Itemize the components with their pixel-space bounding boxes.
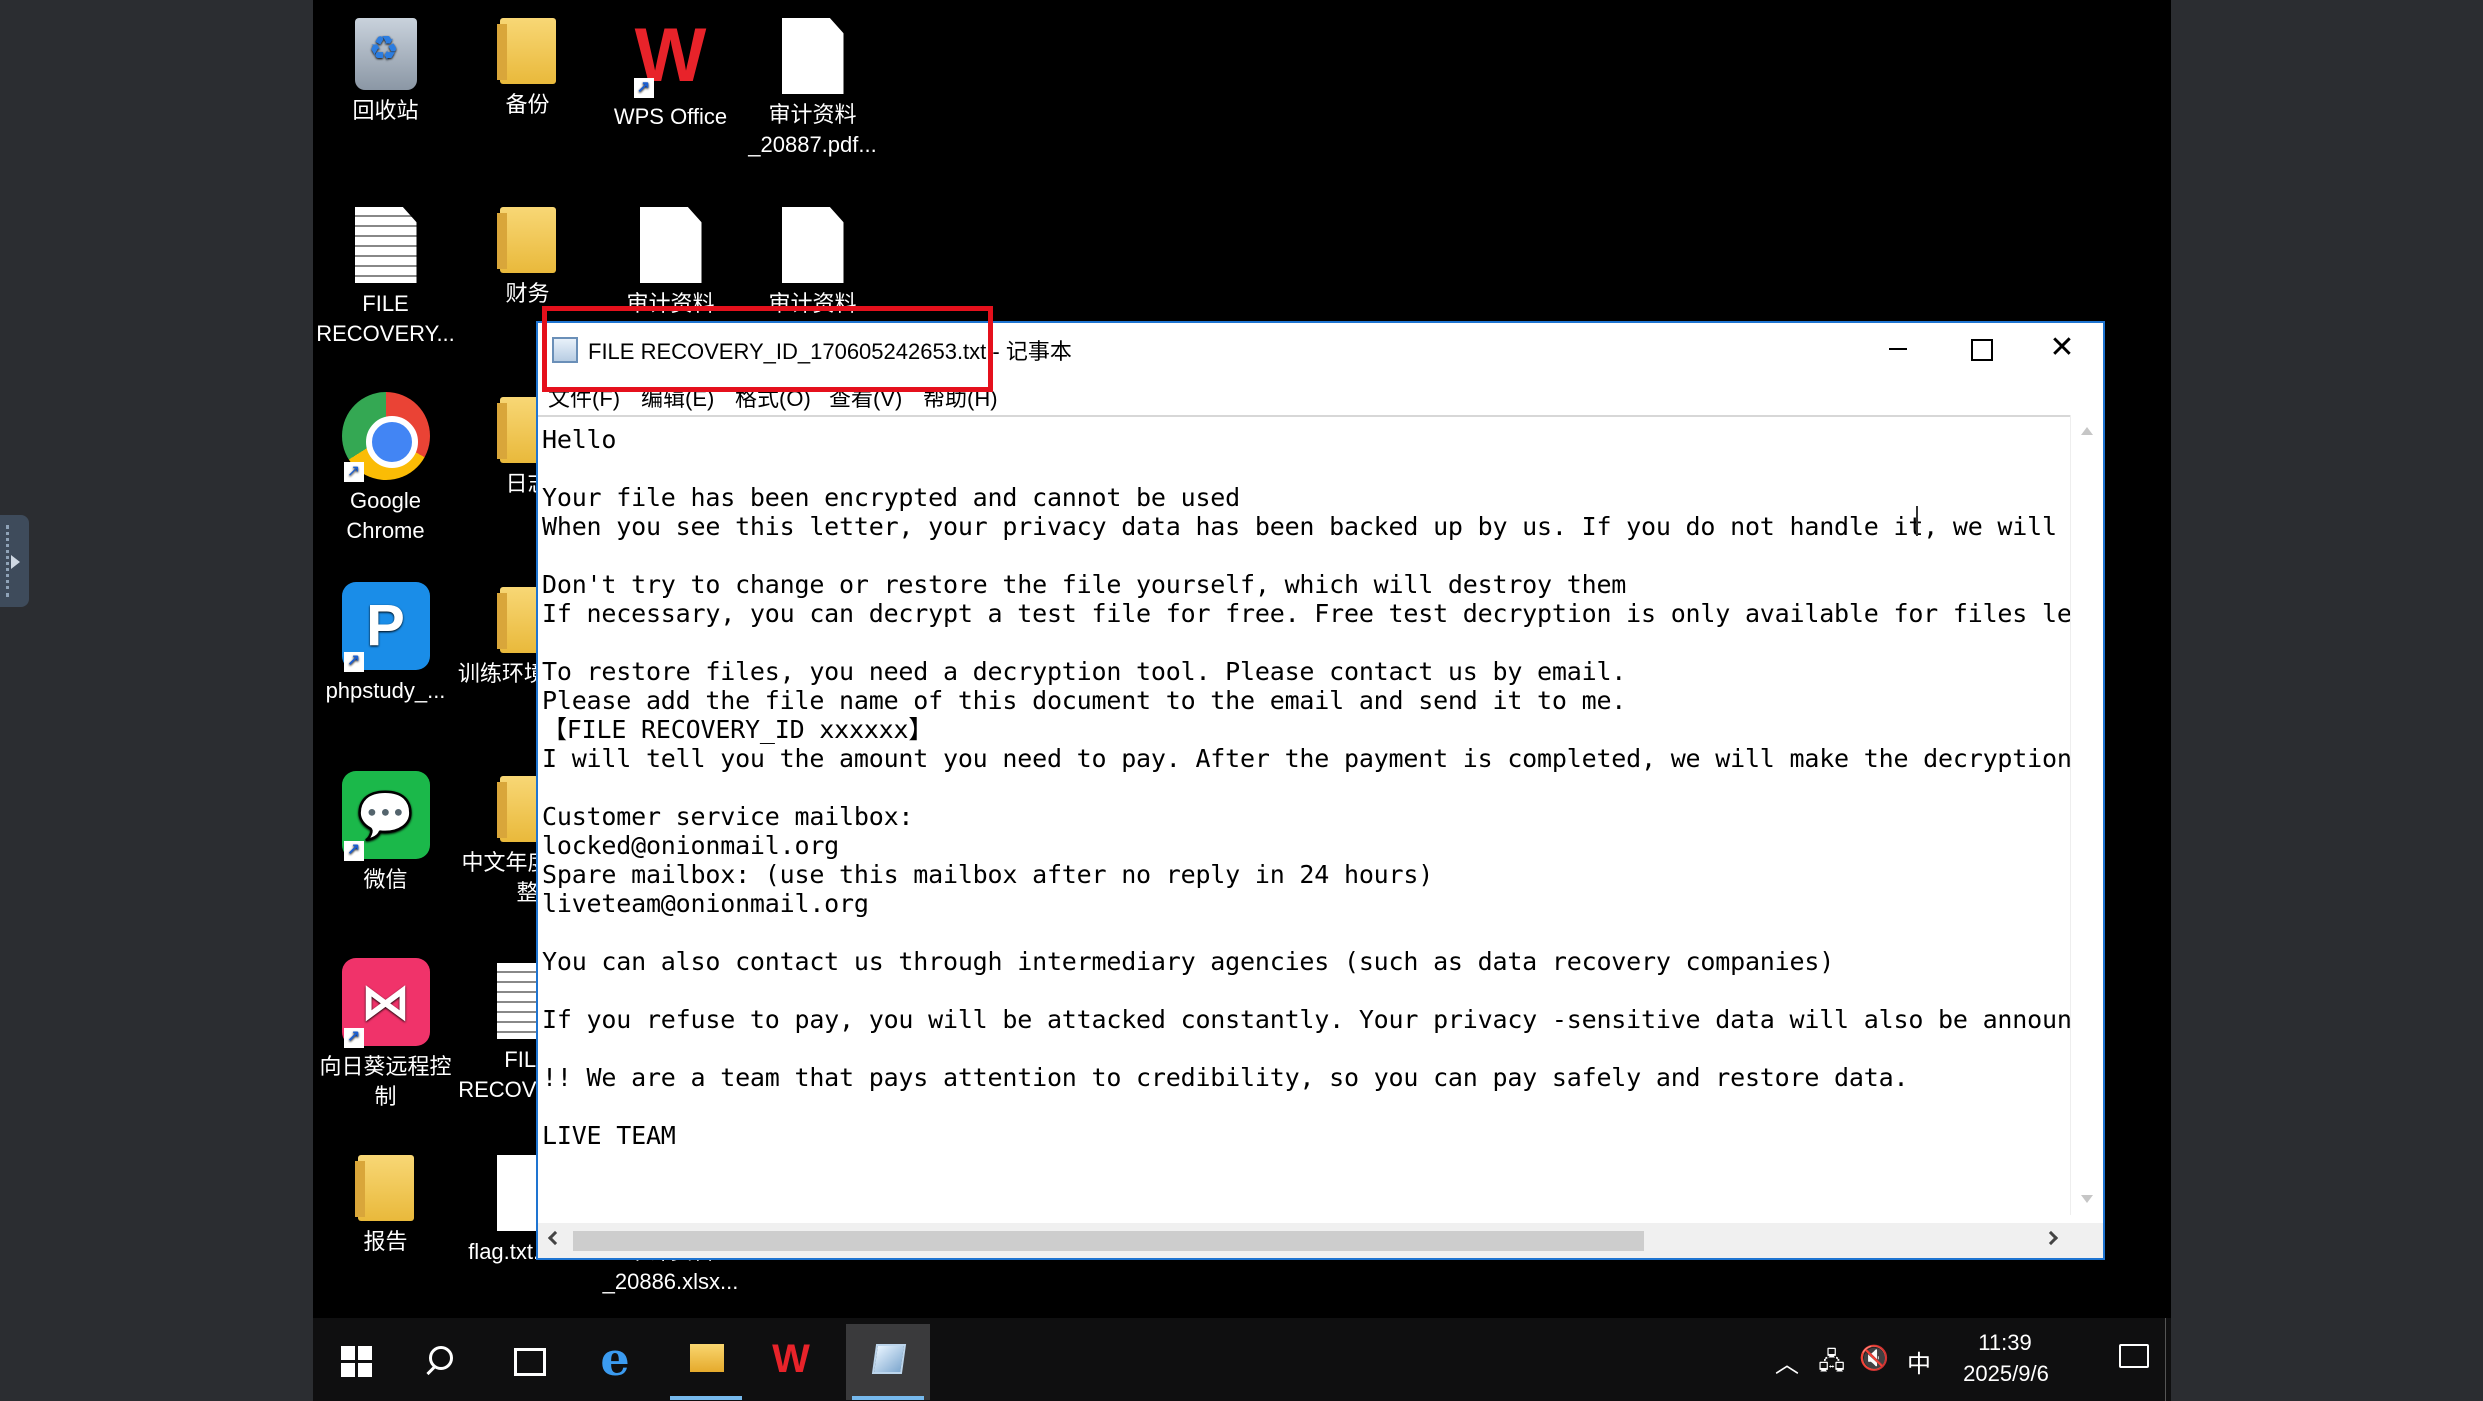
desktop-icon-label: 审计资料_20887.pdf...: [748, 102, 877, 157]
desktop-icon-file-recovery[interactable]: FILE RECOVERY...: [313, 207, 458, 349]
notification-icon[interactable]: [2119, 1344, 2149, 1368]
volume-muted-icon[interactable]: 🔇: [1859, 1344, 1889, 1373]
horizontal-scrollbar[interactable]: [538, 1223, 2072, 1258]
start-icon[interactable]: [313, 1324, 397, 1400]
desktop-icon-audit-pdf[interactable]: 审计资料_20887.pdf...: [740, 18, 885, 160]
desktop-icon-audit-file-2[interactable]: 审计资料: [740, 207, 885, 319]
desktop-icon-label: WPS Office: [613, 104, 728, 129]
wechat-icon: 💬 ↗: [341, 771, 430, 861]
shortcut-arrow-icon: ↗: [343, 841, 364, 861]
folder-icon: [496, 207, 556, 273]
text-editor[interactable]: Hello Your file has been encrypted and c…: [538, 415, 2072, 1215]
desktop-icon-wechat[interactable]: 💬 ↗ 微信: [313, 771, 458, 895]
phpstudy-icon: P ↗: [341, 582, 430, 672]
desktop-icon-label: Google Chrome: [346, 488, 425, 543]
desktop-icon-google-chrome[interactable]: ↗ Google Chrome: [313, 392, 458, 546]
desktop-icon-sunlogin[interactable]: ⋈ ↗ 向日葵远程控制: [313, 958, 458, 1112]
file-icon: [781, 207, 844, 283]
wps-icon[interactable]: W: [749, 1324, 833, 1400]
shortcut-arrow-icon: ↗: [343, 462, 364, 482]
desktop-icon-backup-folder[interactable]: 备份: [455, 18, 600, 120]
sunlogin-remote-icon: ⋈ ↗: [341, 958, 430, 1048]
desktop-icon-report-folder[interactable]: 报告: [313, 1155, 458, 1257]
desktop-icon-recycle-bin[interactable]: 回收站: [313, 18, 458, 126]
document-content: Hello Your file has been encrypted and c…: [542, 425, 2072, 1150]
scroll-down-icon[interactable]: [2081, 1195, 2093, 1203]
expand-arrow-icon: [11, 555, 20, 569]
network-icon[interactable]: 🖧: [1818, 1344, 1845, 1385]
notepad-icon[interactable]: [846, 1324, 930, 1400]
scroll-right-icon[interactable]: [2043, 1230, 2059, 1246]
scroll-left-icon[interactable]: [547, 1230, 563, 1246]
folder-icon: [354, 1155, 414, 1221]
clock-time[interactable]: 11:39: [1955, 1330, 2055, 1356]
shortcut-arrow-icon: ↗: [343, 1028, 364, 1048]
desktop-icon-label: phpstudy_...: [325, 678, 446, 703]
desktop-icon-label: 报告: [363, 1229, 408, 1254]
grip-dots-icon: [6, 525, 10, 597]
clock-date[interactable]: 2025/9/6: [1941, 1361, 2071, 1387]
text-file-icon: [354, 207, 417, 283]
desktop-icon-audit-file-1[interactable]: 审计资料: [598, 207, 743, 319]
search-icon[interactable]: [399, 1324, 483, 1400]
maximize-button[interactable]: [1939, 323, 2021, 373]
resize-grip[interactable]: [2070, 1223, 2103, 1258]
shortcut-arrow-icon: ↗: [343, 652, 364, 672]
text-cursor-icon: [1916, 506, 1918, 536]
highlight-box: [542, 306, 993, 392]
file-explorer-icon[interactable]: [664, 1324, 748, 1400]
desktop-icon-label: 向日葵远程控制: [319, 1054, 452, 1109]
desktop-icon-label: FILE RECOVERY...: [316, 291, 455, 346]
file-icon: [781, 18, 844, 94]
desktop-icon-phpstudy[interactable]: P ↗ phpstudy_...: [313, 582, 458, 706]
task-view-icon[interactable]: [486, 1324, 570, 1400]
chrome-icon: ↗: [341, 392, 430, 482]
desktop-icon-label: 财务: [505, 281, 550, 306]
vertical-scrollbar[interactable]: [2070, 415, 2103, 1215]
desktop-icon-wps-office[interactable]: W ↗ WPS Office: [598, 18, 743, 132]
internet-explorer-icon[interactable]: e: [573, 1324, 657, 1400]
file-icon: [639, 207, 702, 283]
folder-icon: [496, 18, 556, 84]
remote-desktop-screen: 回收站 FILE RECOVERY... ↗ Google Chrome P↗ …: [313, 0, 2171, 1401]
notepad-window[interactable]: FILE RECOVERY_ID_170605242653.txt - 记事本 …: [536, 321, 2105, 1260]
side-panel-handle[interactable]: [0, 515, 29, 607]
ime-indicator[interactable]: 中: [1907, 1344, 1931, 1379]
close-button[interactable]: ✕: [2021, 323, 2103, 373]
desktop-icon-finance-folder[interactable]: 财务: [455, 207, 600, 309]
remote-viewer: 回收站 FILE RECOVERY... ↗ Google Chrome P↗ …: [0, 0, 2483, 1401]
minimize-button[interactable]: [1857, 323, 1939, 373]
scrollbar-thumb[interactable]: [573, 1231, 1644, 1251]
scroll-up-icon[interactable]: [2081, 427, 2093, 435]
shortcut-arrow-icon: ↗: [633, 78, 654, 98]
show-desktop-button[interactable]: [2165, 1318, 2171, 1401]
desktop-icon-label: 回收站: [352, 98, 419, 123]
desktop-icon-label: 微信: [363, 867, 408, 892]
wps-icon: W ↗: [633, 13, 707, 98]
recycle-bin-icon: [354, 18, 417, 90]
chevron-up-icon[interactable]: ︿: [1775, 1344, 1799, 1379]
taskbar: e W ︿ 🖧 🔇 中 11:39 2025/9/6: [313, 1318, 2171, 1401]
desktop-icon-label: 备份: [505, 92, 550, 117]
